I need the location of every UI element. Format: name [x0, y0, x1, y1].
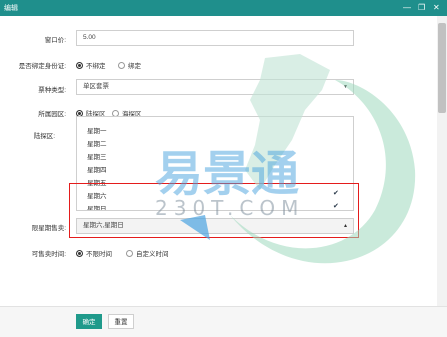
form-footer: 确定 重置: [0, 306, 447, 337]
id-binding-option-yes[interactable]: 绑定: [118, 60, 141, 70]
restricted-days-label: 限星期售卖:: [31, 225, 66, 232]
sale-time-option-unlimited-label: 不限时间: [86, 251, 112, 258]
list-item[interactable]: 星期三: [87, 151, 107, 161]
list-item[interactable]: 星期一: [87, 125, 107, 135]
close-icon[interactable]: ✕: [433, 2, 440, 14]
ticket-type-select[interactable]: 单区套票 ▾: [76, 79, 354, 95]
price-label: 窗口价:: [44, 37, 66, 44]
highlight-box: [69, 183, 359, 238]
minimize-icon[interactable]: —: [403, 2, 411, 14]
sale-time-label: 可售卖时间:: [31, 251, 66, 258]
confirm-button[interactable]: 确定: [76, 314, 102, 329]
window-titlebar: 编辑 — ❐ ✕: [0, 0, 447, 16]
radio-selected-icon: [76, 61, 83, 69]
park-area-label: 所属园区:: [38, 111, 66, 118]
land-area-label: 陆探区:: [33, 133, 55, 140]
chevron-down-icon: ▾: [343, 84, 347, 90]
list-item[interactable]: 星期二: [87, 138, 107, 148]
sale-time-option-custom-label: 自定义时间: [136, 251, 169, 258]
ticket-type-value: 单区套票: [83, 83, 109, 90]
radio-selected-icon: [76, 249, 83, 257]
sale-time-option-unlimited[interactable]: 不限时间: [76, 248, 112, 258]
radio-unselected-icon: [126, 249, 133, 257]
price-input[interactable]: 5.00: [76, 30, 354, 46]
id-binding-label: 是否绑定身份证:: [18, 63, 66, 70]
id-binding-option-yes-label: 绑定: [128, 63, 141, 70]
radio-unselected-icon: [118, 61, 125, 69]
reset-button[interactable]: 重置: [108, 314, 134, 329]
sale-time-option-custom[interactable]: 自定义时间: [126, 248, 169, 258]
ticket-type-label: 票种类型:: [38, 87, 66, 94]
id-binding-option-no[interactable]: 不绑定: [76, 60, 106, 70]
list-item[interactable]: 星期四: [87, 164, 107, 174]
scrollbar-thumb[interactable]: [438, 23, 446, 113]
id-binding-option-no-label: 不绑定: [86, 63, 106, 70]
window-title: 编辑: [4, 5, 18, 12]
maximize-icon[interactable]: ❐: [418, 2, 425, 14]
